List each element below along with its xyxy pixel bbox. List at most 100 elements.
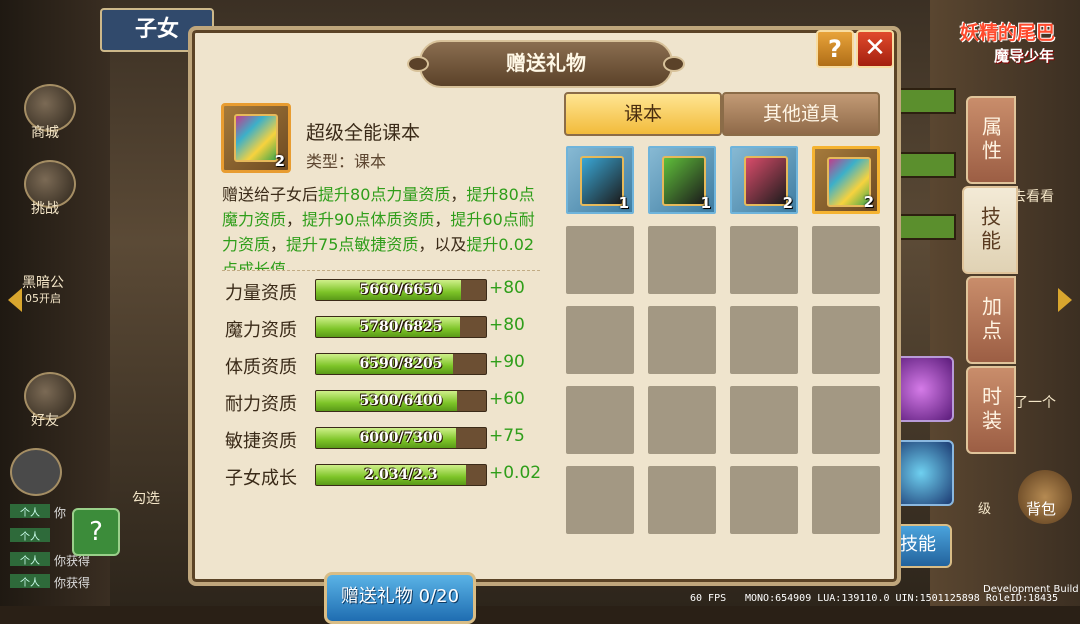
empty-inventory-slot[interactable]: [812, 386, 880, 454]
description-segment: ，: [270, 235, 287, 254]
inventory-slot[interactable]: 1: [566, 146, 634, 214]
inventory-slot[interactable]: 2: [730, 146, 798, 214]
empty-inventory-slot[interactable]: [812, 466, 880, 534]
menu-challenge[interactable]: 挑战: [10, 198, 80, 218]
chat-icon[interactable]: [10, 448, 62, 496]
menu-shop[interactable]: 商城: [10, 122, 80, 142]
item-type: 类型：课本: [306, 152, 387, 171]
selected-item-icon: 2: [221, 103, 291, 173]
green-book-icon: [662, 156, 706, 206]
item-count: 1: [700, 194, 711, 212]
empty-inventory-slot[interactable]: [812, 306, 880, 374]
stat-label: 体质资质: [225, 357, 297, 378]
inventory-slot[interactable]: 1: [648, 146, 716, 214]
empty-inventory-slot[interactable]: [730, 306, 798, 374]
stat-row: 敏捷资质 6000/7300 +75: [225, 426, 545, 452]
arrow-left-icon[interactable]: [8, 288, 22, 312]
close-button[interactable]: ✕: [856, 30, 894, 68]
blue-book-icon: [580, 156, 624, 206]
empty-inventory-slot[interactable]: [566, 306, 634, 374]
hint-check: 勾选: [132, 491, 160, 507]
stat-increase: +60: [489, 389, 525, 409]
description-segment: 提升80点力量资质: [318, 185, 451, 204]
hud-bar: [892, 214, 956, 240]
stat-row: 魔力资质 5780/6825 +80: [225, 315, 545, 341]
dev-build-label: Development Build: [983, 584, 1079, 595]
logo-line1: 妖精的尾巴: [960, 22, 1056, 44]
stat-increase: +90: [489, 352, 525, 372]
empty-inventory-slot[interactable]: [648, 466, 716, 534]
dialog-title: 赠送礼物: [407, 40, 685, 88]
help-question-icon[interactable]: ?: [72, 508, 120, 556]
empty-inventory-slot[interactable]: [566, 466, 634, 534]
divider: [222, 270, 540, 271]
chat-tag: 个人: [10, 528, 50, 543]
stat-value: 2.034/2.3: [364, 467, 438, 483]
item-name: 超级全能课本: [306, 122, 421, 144]
empty-inventory-slot[interactable]: [730, 466, 798, 534]
stat-bar: 2.034/2.3: [315, 464, 487, 486]
empty-inventory-slot[interactable]: [648, 306, 716, 374]
stat-increase: +80: [489, 278, 525, 298]
empty-inventory-slot[interactable]: [812, 226, 880, 294]
empty-inventory-slot[interactable]: [566, 386, 634, 454]
stat-label: 耐力资质: [225, 394, 297, 415]
stat-row: 耐力资质 5300/6400 +60: [225, 389, 545, 415]
help-button[interactable]: ?: [816, 30, 854, 68]
chat-tag: 个人: [10, 574, 50, 589]
arrow-right-icon[interactable]: [1058, 288, 1072, 312]
item-detail-panel: 2 超级全能课本 类型：课本 赠送给子女后提升80点力量资质，提升80点魔力资质…: [212, 98, 545, 624]
empty-inventory-slot[interactable]: [730, 386, 798, 454]
red-book-icon: [744, 156, 788, 206]
description-segment: 赠送给子女后: [222, 185, 319, 204]
bag-label[interactable]: 背包: [1026, 498, 1056, 519]
tab-skills[interactable]: 技能: [962, 186, 1018, 274]
inventory-slot[interactable]: 2: [812, 146, 880, 214]
description-segment: ，: [434, 210, 451, 229]
chat-text: 你获得: [54, 576, 91, 590]
tab-textbook[interactable]: 课本: [564, 92, 722, 136]
tab-points[interactable]: 加点: [966, 276, 1016, 364]
stat-row: 力量资质 5660/6650 +80: [225, 278, 545, 304]
item-count: 2: [863, 193, 874, 211]
level-text: 级: [978, 502, 992, 517]
fps-readout: 60 FPS: [690, 593, 727, 604]
tab-other-items[interactable]: 其他道具: [722, 92, 880, 136]
stat-value: 5660/6650: [359, 282, 443, 298]
got-one-text: 了一个: [1014, 395, 1056, 411]
item-description: 赠送给子女后提升80点力量资质，提升80点魔力资质，提升90点体质资质，提升60…: [222, 182, 537, 270]
stat-bar: 5660/6650: [315, 279, 487, 301]
empty-inventory-slot[interactable]: [648, 226, 716, 294]
stat-bar: 6590/8205: [315, 353, 487, 375]
stat-label: 敏捷资质: [225, 431, 297, 452]
stat-increase: +75: [489, 426, 525, 446]
stat-label: 子女成长: [225, 468, 297, 489]
empty-inventory-slot[interactable]: [566, 226, 634, 294]
rainbow-book-icon: [234, 114, 278, 162]
chat-text: 你: [54, 506, 67, 520]
item-count: 1: [618, 194, 629, 212]
gift-dialog: 赠送礼物 ? ✕ 2 超级全能课本 类型：课本 赠送给子女后提升80点力量资质 ，…: [188, 26, 901, 624]
stat-value: 6000/7300: [359, 430, 443, 446]
description-segment: ，以及: [418, 235, 467, 254]
item-count: 2: [782, 194, 793, 212]
go-look-text[interactable]: 去看看: [1012, 186, 1054, 206]
tab-fashion[interactable]: 时装: [966, 366, 1016, 454]
stat-row: 体质资质 6590/8205 +90: [225, 352, 545, 378]
tab-attributes[interactable]: 属性: [966, 96, 1016, 184]
stat-increase: +0.02: [489, 463, 542, 483]
stat-bar: 6000/7300: [315, 427, 487, 449]
empty-inventory-slot[interactable]: [730, 226, 798, 294]
chat-tag: 个人: [10, 552, 50, 567]
stat-bar: 5300/6400: [315, 390, 487, 412]
description-segment: 提升90点体质资质: [302, 210, 435, 229]
hud-bar: [892, 152, 956, 178]
item-count: 2: [274, 152, 285, 170]
stat-value: 6590/8205: [359, 356, 443, 372]
chat-tag: 个人: [10, 504, 50, 519]
hud-bar: [892, 88, 956, 114]
logo-line2: 魔导少年: [994, 47, 1055, 65]
menu-friends[interactable]: 好友: [10, 410, 80, 430]
empty-inventory-slot[interactable]: [648, 386, 716, 454]
give-gift-button[interactable]: 赠送礼物 0/20: [324, 572, 476, 624]
